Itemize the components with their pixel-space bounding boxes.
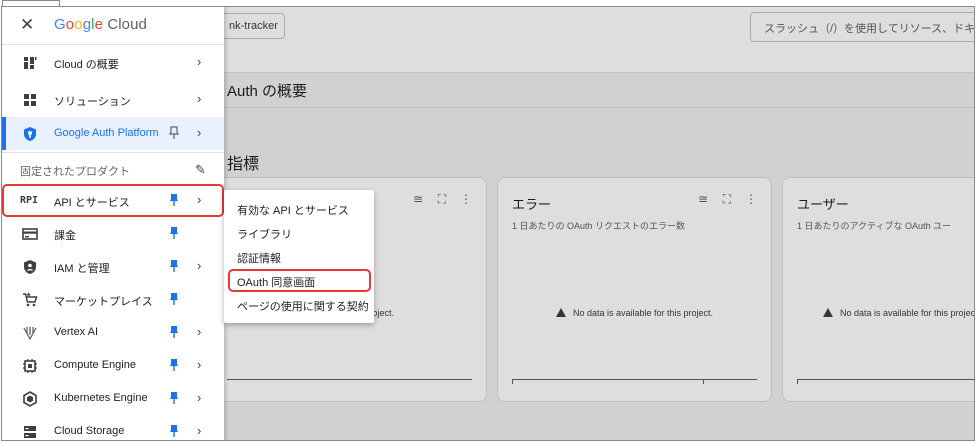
billing-icon [22, 226, 38, 242]
nav-item-label: ソリューション [54, 96, 131, 108]
chevron-right-icon: › [197, 357, 202, 372]
pin-icon[interactable] [169, 391, 179, 405]
submenu-item-label: OAuth 同意画面 [237, 277, 316, 289]
divider [2, 44, 224, 45]
auth-shield-icon [22, 126, 38, 142]
submenu-item-label: 有効な API とサービス [237, 205, 349, 217]
storage-icon [22, 424, 38, 440]
marketplace-cart-icon [22, 292, 38, 308]
chevron-right-icon: › [197, 54, 202, 69]
submenu-item-page-usage-agreements[interactable]: ページの使用に関する契約 [224, 293, 374, 316]
pin-icon[interactable] [169, 226, 179, 240]
pinned-products-header: 固定されたプロダクト ✎ [2, 152, 224, 184]
nav-item-label: Kubernetes Engine [54, 392, 148, 404]
api-services-submenu: 有効な API とサービス ライブラリ 認証情報 OAuth 同意画面 ページの… [224, 190, 374, 323]
nav-item-label: IAM と管理 [54, 263, 110, 275]
nav-item-label: 課金 [54, 230, 76, 242]
chevron-right-icon: › [197, 390, 202, 405]
submenu-item-enabled-apis[interactable]: 有効な API とサービス [224, 197, 374, 220]
nav-item-label: Compute Engine [54, 359, 136, 371]
submenu-item-oauth-consent[interactable]: OAuth 同意画面 [228, 269, 371, 292]
submenu-item-credentials[interactable]: 認証情報 [224, 245, 374, 268]
nav-item-google-auth-platform[interactable]: Google Auth Platform › [2, 117, 224, 150]
nav-item-solutions[interactable]: ソリューション › [2, 83, 224, 116]
pin-icon[interactable] [169, 424, 179, 438]
api-icon: RPI [19, 195, 39, 206]
nav-item-cloud-overview[interactable]: Cloud の概要 › [2, 46, 224, 79]
nav-item-compute-engine[interactable]: Compute Engine › [2, 349, 224, 382]
pin-outline-icon[interactable] [169, 126, 179, 140]
dashboard-icon [22, 55, 38, 71]
nav-item-label: マーケットプレイス [54, 296, 153, 308]
pin-icon[interactable] [169, 292, 179, 306]
chevron-right-icon: › [197, 125, 202, 140]
nav-item-billing[interactable]: 課金 [2, 217, 224, 250]
compute-chip-icon [22, 358, 38, 374]
nav-item-kubernetes-engine[interactable]: Kubernetes Engine › [2, 382, 224, 415]
submenu-item-label: ライブラリ [237, 229, 292, 241]
nav-item-label: Cloud の概要 [54, 59, 119, 71]
pin-icon[interactable] [169, 358, 179, 372]
nav-item-label: Google Auth Platform [54, 127, 159, 139]
chevron-right-icon: › [197, 258, 202, 273]
nav-item-vertex-ai[interactable]: Vertex AI › [2, 316, 224, 349]
submenu-item-label: 認証情報 [237, 253, 281, 265]
browser-frame: nk-tracker スラッシュ（/）を使用してリソース、ドキ Auth の概要… [1, 6, 975, 441]
edit-pencil-icon[interactable]: ✎ [195, 162, 206, 178]
grid-icon [22, 92, 38, 108]
vertex-ai-icon [22, 325, 38, 341]
pin-icon[interactable] [169, 325, 179, 339]
pin-icon[interactable] [169, 193, 179, 207]
close-icon[interactable]: ✕ [20, 15, 34, 35]
nav-item-iam-admin[interactable]: IAM と管理 › [2, 250, 224, 283]
chevron-right-icon: › [197, 324, 202, 339]
drawer-header: ✕ Google Cloud [2, 7, 224, 43]
kubernetes-icon [22, 391, 38, 407]
chevron-right-icon: › [197, 423, 202, 438]
nav-item-marketplace[interactable]: マーケットプレイス [2, 283, 224, 316]
chevron-right-icon: › [197, 91, 202, 106]
iam-shield-icon [22, 259, 38, 275]
google-cloud-logo[interactable]: Google Cloud [54, 16, 147, 33]
submenu-item-library[interactable]: ライブラリ [224, 221, 374, 244]
pinned-header-label: 固定されたプロダクト [20, 166, 130, 178]
pin-icon[interactable] [169, 259, 179, 273]
nav-item-label: API とサービス [54, 197, 130, 209]
nav-drawer: ✕ Google Cloud Cloud の概要 › ソリューション › Goo… [2, 7, 224, 440]
nav-item-api-services[interactable]: RPI API とサービス › [2, 184, 224, 217]
submenu-item-label: ページの使用に関する契約 [237, 301, 369, 313]
nav-item-label: Vertex AI [54, 326, 99, 338]
nav-item-label: Cloud Storage [54, 425, 125, 437]
nav-item-cloud-storage[interactable]: Cloud Storage › [2, 415, 224, 440]
chevron-right-icon: › [197, 192, 202, 207]
